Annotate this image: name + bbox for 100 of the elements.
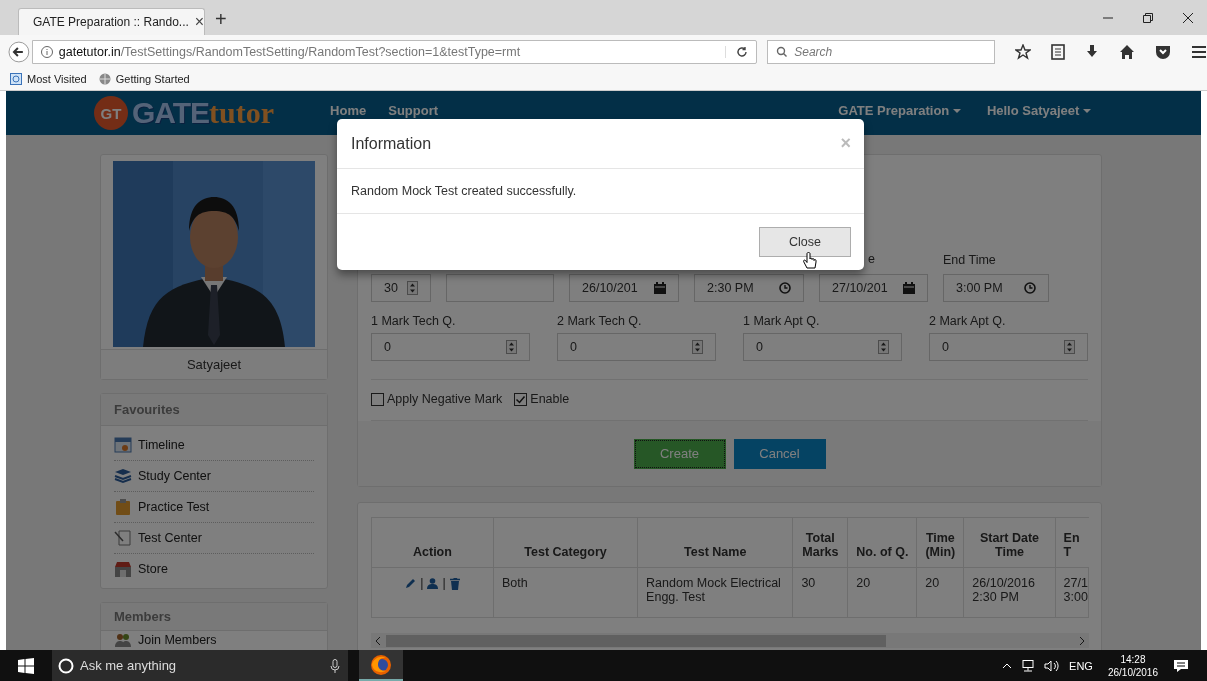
horizontal-scrollbar[interactable] <box>371 633 1089 648</box>
time-field[interactable]: 3:00 PM <box>943 274 1049 302</box>
new-tab-button[interactable]: + <box>215 8 227 31</box>
scroll-right-icon[interactable] <box>1078 636 1086 645</box>
sidebar-item[interactable]: Practice Test <box>114 492 314 523</box>
clock-icon[interactable] <box>1024 282 1036 294</box>
calendar-icon <box>114 436 132 454</box>
number-field[interactable]: 0 <box>743 333 902 361</box>
field-label: 1 Mark Apt Q. <box>743 314 821 328</box>
windows-start-icon[interactable] <box>18 657 34 674</box>
sidebar-item[interactable]: Study Center <box>114 461 314 492</box>
menu-icon[interactable] <box>1191 44 1207 59</box>
number-field[interactable]: 0 <box>371 333 530 361</box>
info-icon <box>40 45 53 58</box>
taskbar-app[interactable] <box>359 650 403 681</box>
back-icon[interactable] <box>8 40 30 63</box>
language-indicator[interactable]: ENG <box>1069 659 1093 672</box>
pocket-icon[interactable] <box>1155 43 1171 60</box>
tab-close-button[interactable]: × <box>194 13 205 31</box>
pen-paper-icon <box>114 529 132 547</box>
pencil-icon[interactable] <box>405 578 417 590</box>
spinner-icon[interactable] <box>506 340 517 354</box>
sidebar-item[interactable]: Timeline <box>114 430 314 461</box>
calendar-icon[interactable] <box>654 282 666 294</box>
dialog-title: Information <box>351 134 432 153</box>
sidebar-item[interactable]: Store <box>114 554 314 584</box>
sidebar-item[interactable]: Join Members <box>114 631 314 649</box>
checkbox[interactable] <box>514 392 528 406</box>
field-label: 2 Mark Tech Q. <box>557 314 643 328</box>
field-label: 1 Mark Tech Q. <box>371 314 457 328</box>
date-field[interactable]: 27/10/201 <box>819 274 928 302</box>
globe-icon <box>98 73 111 85</box>
separator: | <box>420 576 424 590</box>
volume-icon[interactable] <box>1044 659 1061 672</box>
calendar-icon[interactable] <box>903 282 915 294</box>
date-field[interactable]: 26/10/201 <box>569 274 679 302</box>
logo-wordmark: GATE <box>132 96 210 130</box>
number-field[interactable]: 0 <box>557 333 716 361</box>
trash-icon[interactable] <box>449 577 460 590</box>
column-header: Action <box>371 517 494 568</box>
bookmark-link[interactable]: Getting Started <box>98 73 190 85</box>
network-icon[interactable] <box>1021 659 1036 672</box>
column-header: No. of Q. <box>847 517 917 568</box>
bookmark-folder-icon <box>10 73 22 85</box>
close-button[interactable]: Close <box>759 227 851 257</box>
search-field[interactable]: Search <box>767 39 995 64</box>
clock-date: 26/10/2016 <box>1107 665 1158 679</box>
clock-icon[interactable] <box>779 282 791 294</box>
reload-icon[interactable] <box>725 45 749 58</box>
chevron-up-icon[interactable] <box>1002 662 1013 669</box>
microphone-icon[interactable] <box>330 658 340 673</box>
search-icon <box>776 45 789 58</box>
separator: | <box>442 576 446 590</box>
field-label: e <box>867 252 876 266</box>
cancel-button[interactable]: Cancel <box>733 438 826 469</box>
nav-dropdown[interactable]: Hello Satyajeet <box>986 102 1091 118</box>
scroll-left-icon[interactable] <box>374 636 382 645</box>
star-icon[interactable] <box>1015 43 1031 60</box>
sidebar-item[interactable]: Test Center <box>114 523 314 554</box>
spinner-icon[interactable] <box>1064 340 1075 354</box>
input-field[interactable] <box>446 274 554 302</box>
checkbox-option[interactable]: Enable <box>514 392 570 406</box>
notification-icon[interactable] <box>1173 658 1189 673</box>
nav-link[interactable]: Home <box>330 102 367 118</box>
close-icon[interactable] <box>1183 13 1193 23</box>
home-icon[interactable] <box>1119 43 1135 60</box>
table-cell: 20 <box>847 567 917 618</box>
table-cell: Random Mock Electrical Engg. Test <box>637 567 793 618</box>
number-field[interactable]: 0 <box>929 333 1088 361</box>
column-header: Test Category <box>493 517 638 568</box>
checkbox[interactable] <box>371 392 384 406</box>
nav-link[interactable]: Support <box>388 102 439 118</box>
restore-icon[interactable] <box>1143 13 1153 23</box>
spinner-icon[interactable] <box>878 340 889 354</box>
time-field[interactable]: 2:30 PM <box>694 274 804 302</box>
item-label: Practice Test <box>138 500 210 514</box>
profile-name: Satyajeet <box>101 349 327 379</box>
number-field[interactable]: 30 <box>371 274 431 302</box>
table-cell: 30 <box>792 567 848 618</box>
nav-dropdown[interactable]: GATE Preparation <box>838 102 961 118</box>
browser-tab[interactable]: GATE Preparation :: Rando... × <box>18 8 205 35</box>
field-label: 2 Mark Apt Q. <box>929 314 1007 328</box>
checkbox-option[interactable]: Apply Negative Mark <box>371 392 503 406</box>
site-logo[interactable]: GT GATEtutor <box>94 96 275 130</box>
bookmark-link[interactable]: Most Visited <box>10 73 87 85</box>
spinner-icon[interactable] <box>692 340 703 354</box>
user-icon[interactable] <box>427 578 439 590</box>
cortana-icon <box>58 657 74 674</box>
store-icon <box>114 560 132 578</box>
column-header: Total Marks <box>792 517 848 568</box>
spinner-icon[interactable] <box>407 281 418 295</box>
taskbar-clock[interactable]: 14:28 26/10/2016 <box>1107 652 1158 679</box>
taskbar-search-field[interactable]: Ask me anything <box>52 650 348 681</box>
reading-list-icon[interactable] <box>1051 43 1065 60</box>
people-icon <box>114 631 132 649</box>
books-icon <box>114 467 132 485</box>
logo-subtitle: tutor <box>209 96 275 130</box>
item-label: Timeline <box>138 438 185 452</box>
address-bar[interactable]: gatetutor.in/TestSettings/RandomTestSetting/RandomTest?section=1&testType=rmt <box>31 39 758 64</box>
url-host: gatetutor.in <box>58 44 121 59</box>
